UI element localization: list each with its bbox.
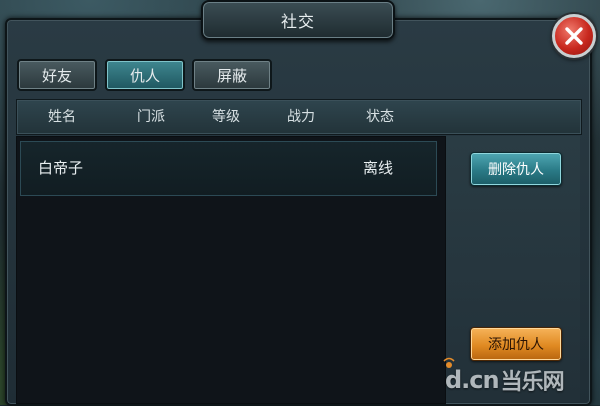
column-header-status: 状态 [366,109,394,125]
row-status: 离线 [363,159,394,177]
watermark-brand-cn: 当乐网 [500,370,565,395]
column-header-sect: 门派 [137,109,165,125]
dialog-title-plate: 社交 [201,0,395,40]
table-header: 姓名 门派 等级 战力 状态 [16,99,582,135]
watermark-brand: d.cn [445,366,500,394]
delete-enemy-button[interactable]: 删除仇人 [470,152,562,186]
column-header-name: 姓名 [48,109,76,125]
column-header-level: 等级 [212,109,240,125]
tab-friends[interactable]: 好友 [17,59,97,91]
close-x-icon [565,27,583,45]
tab-enemies[interactable]: 仇人 [105,59,185,91]
row-name: 白帝子 [38,159,84,177]
site-watermark: d.cn 当乐网 [445,360,595,400]
column-header-power: 战力 [287,109,315,125]
add-enemy-button[interactable]: 添加仇人 [470,327,562,361]
table-row[interactable]: 白帝子 离线 [20,141,437,196]
tab-blocked[interactable]: 屏蔽 [192,59,272,91]
close-button[interactable] [552,14,596,58]
enemy-list: 白帝子 离线 [16,136,446,404]
dialog-title: 社交 [280,12,315,31]
